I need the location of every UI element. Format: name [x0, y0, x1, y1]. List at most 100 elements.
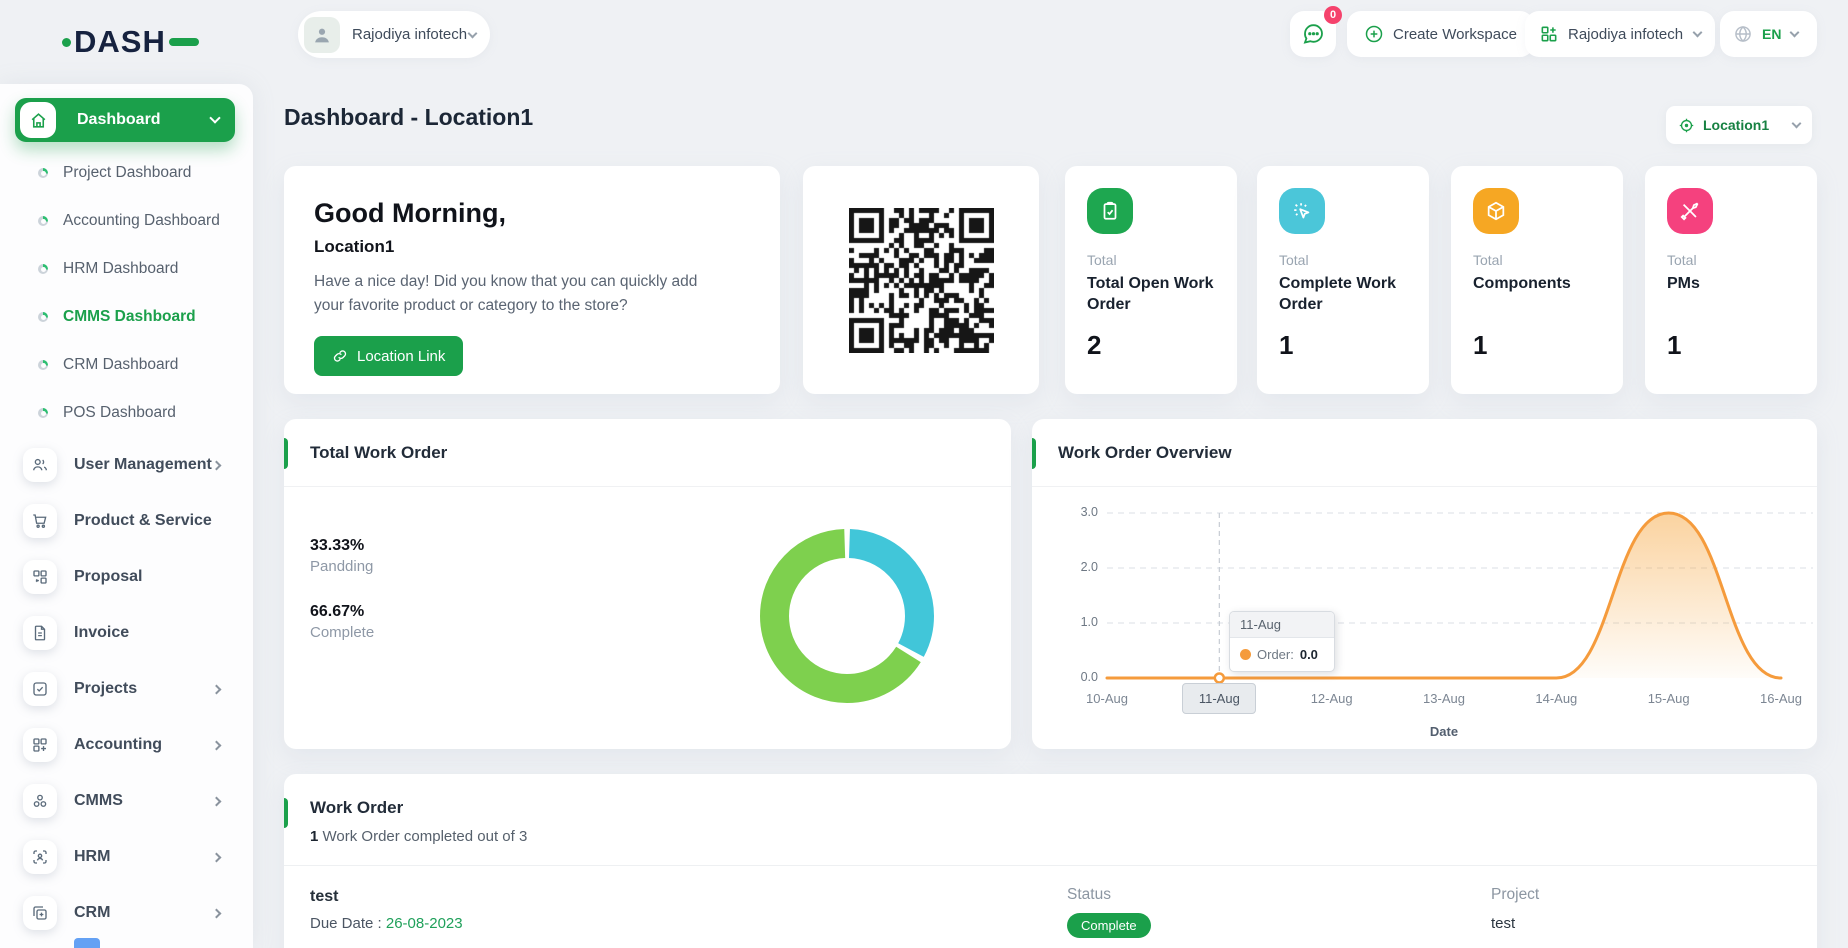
messages-button[interactable]: 0 — [1290, 11, 1336, 57]
tools-icon — [1667, 188, 1713, 234]
y-tick-label: 2.0 — [1058, 560, 1098, 574]
card-title: Work Order — [310, 798, 403, 817]
sidebar-item-user-management[interactable]: User Management — [0, 437, 253, 493]
cube-icon — [1473, 188, 1519, 234]
sidebar-item-invoice[interactable]: Invoice — [0, 605, 253, 661]
stat-card-pms: Total PMs 1 — [1645, 166, 1817, 394]
dashboard-screen: DASH Rajodiya infotech 0 Create Workspac… — [0, 0, 1848, 948]
chevron-down-icon — [1790, 28, 1800, 38]
app-logo[interactable]: DASH — [62, 24, 199, 60]
sidebar-item-cmms-dashboard[interactable]: CMMS Dashboard — [0, 293, 253, 341]
grid-plus-icon — [1539, 24, 1559, 44]
location-filter-dropdown[interactable]: Location1 — [1666, 106, 1812, 144]
stat-card-complete-work-order: Total Complete Work Order 1 — [1257, 166, 1429, 394]
greeting-message: Have a nice day! Did you know that you c… — [314, 270, 726, 318]
link-icon — [332, 348, 348, 364]
workspace-label: Rajodiya infotech — [1568, 26, 1683, 43]
page-title: Dashboard - Location1 — [284, 104, 533, 131]
sidebar-item-proposal[interactable]: Proposal — [0, 549, 253, 605]
user-scan-icon — [23, 840, 57, 874]
circles-icon — [23, 784, 57, 818]
bullet-icon — [38, 312, 48, 322]
workspace-switcher[interactable]: Rajodiya infotech — [1525, 11, 1715, 57]
notification-badge: 0 — [1324, 6, 1342, 24]
project-value: test — [1491, 915, 1539, 932]
qr-card — [803, 166, 1039, 394]
x-tick-label: 14-Aug — [1514, 691, 1598, 706]
chevron-down-icon — [209, 112, 220, 123]
sidebar-item-hrm[interactable]: HRM — [0, 829, 253, 885]
sidebar-item-hrm-dashboard[interactable]: HRM Dashboard — [0, 245, 253, 293]
location-filter-label: Location1 — [1703, 117, 1769, 133]
create-workspace-button[interactable]: Create Workspace — [1347, 11, 1534, 57]
stat-value: 1 — [1473, 330, 1487, 361]
stat-value: 1 — [1279, 330, 1293, 361]
stat-value: 2 — [1087, 330, 1101, 361]
sidebar-item-pos-dashboard[interactable]: POS Dashboard — [0, 389, 253, 437]
chevron-right-icon — [212, 460, 222, 470]
tooltip-value: 0.0 — [1300, 647, 1318, 662]
sidebar-item-cmms[interactable]: CMMS — [0, 773, 253, 829]
status-label: Status — [1067, 886, 1151, 904]
chart-tooltip: 11-Aug Order: 0.0 — [1229, 611, 1335, 672]
x-tick-label: 16-Aug — [1739, 691, 1823, 706]
work-order-name[interactable]: test — [310, 888, 463, 906]
stat-label: Total Open Work Order — [1087, 274, 1217, 316]
card-title: Total Work Order — [310, 443, 447, 463]
tooltip-series: Order: — [1257, 647, 1294, 662]
stat-card-open-work-order: Total Total Open Work Order 2 — [1065, 166, 1237, 394]
cursor-click-icon — [1279, 188, 1325, 234]
user-workspace-pill[interactable]: Rajodiya infotech — [298, 11, 490, 58]
stat-label: Complete Work Order — [1279, 274, 1409, 316]
logo-dash-icon — [169, 38, 199, 46]
bullet-icon — [38, 168, 48, 178]
total-work-order-card: Total Work Order 33.33% Pandding 66.67% … — [284, 419, 1011, 749]
card-header: Work Order Overview — [1032, 419, 1817, 487]
stat-kicker: Total — [1087, 252, 1117, 268]
work-order-summary: 1 Work Order completed out of 3 — [284, 818, 1817, 866]
stat-kicker: Total — [1473, 252, 1503, 268]
sidebar-item-project-dashboard[interactable]: Project Dashboard — [0, 149, 253, 197]
logo-dot-icon — [62, 38, 71, 47]
bullet-icon — [38, 408, 48, 418]
chevron-right-icon — [212, 852, 222, 862]
bullet-icon — [38, 360, 48, 370]
chevron-down-icon — [1792, 119, 1802, 129]
card-title: Work Order Overview — [1058, 443, 1232, 463]
sidebar-item-dashboard[interactable]: Dashboard — [15, 98, 235, 142]
sidebar-item-projects[interactable]: Projects — [0, 661, 253, 717]
partial-blue-element — [74, 938, 100, 948]
language-selector[interactable]: EN — [1720, 11, 1817, 57]
chevron-right-icon — [212, 740, 222, 750]
globe-icon — [1733, 24, 1753, 44]
y-tick-label: 1.0 — [1058, 615, 1098, 629]
users-icon — [23, 448, 57, 482]
location-link-button[interactable]: Location Link — [314, 336, 463, 376]
stat-kicker: Total — [1667, 252, 1697, 268]
chevron-down-icon — [468, 28, 478, 38]
sidebar-item-product-service[interactable]: Product & Service — [0, 493, 253, 549]
stat-label: PMs — [1667, 274, 1797, 295]
sidebar-item-accounting[interactable]: Accounting — [0, 717, 253, 773]
donut-legend-pandding: 33.33% Pandding — [310, 537, 373, 575]
stat-card-components: Total Components 1 — [1451, 166, 1623, 394]
bullet-icon — [38, 264, 48, 274]
tooltip-date: 11-Aug — [1230, 612, 1334, 638]
clipboard-check-icon — [1087, 188, 1133, 234]
sidebar-item-crm[interactable]: CRM — [0, 885, 253, 941]
language-code: EN — [1762, 26, 1781, 42]
sidebar-item-accounting-dashboard[interactable]: Accounting Dashboard — [0, 197, 253, 245]
x-tick-label: 13-Aug — [1402, 691, 1486, 706]
target-icon — [1678, 117, 1695, 134]
chevron-right-icon — [212, 908, 222, 918]
sidebar-item-crm-dashboard[interactable]: CRM Dashboard — [0, 341, 253, 389]
sidebar-item-label: Dashboard — [77, 111, 161, 129]
chat-bubble-icon — [1301, 22, 1325, 46]
donut-chart[interactable] — [760, 529, 934, 703]
location-link-label: Location Link — [357, 348, 445, 365]
work-order-overview-card: Work Order Overview 3.02.01.00.0 10-Aug1… — [1032, 419, 1817, 749]
copy-icon — [23, 896, 57, 930]
plus-circle-icon — [1364, 24, 1384, 44]
area-chart[interactable]: 3.02.01.00.0 10-Aug11-Aug12-Aug13-Aug14-… — [1032, 487, 1817, 749]
donut-legend-complete: 66.67% Complete — [310, 603, 374, 641]
